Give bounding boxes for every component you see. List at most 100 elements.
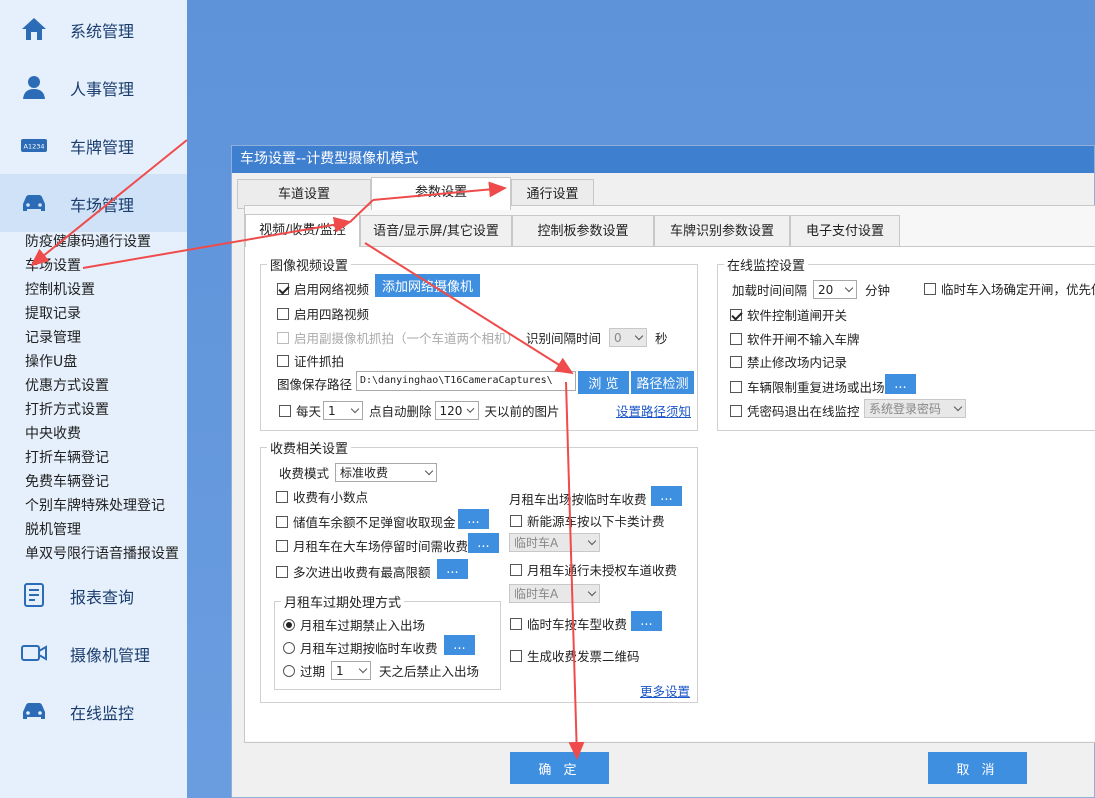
checkbox[interactable]	[276, 515, 288, 528]
nav-plate[interactable]: A1234 车牌管理	[0, 116, 187, 174]
hour-select[interactable]: 1	[323, 401, 364, 420]
subtab-video[interactable]: 视频/收费/监控	[245, 214, 360, 247]
new-energy-type-select[interactable]: 临时车A	[509, 533, 600, 552]
subtab-recognition[interactable]: 车牌识别参数设置	[654, 215, 790, 247]
expire-option-temp[interactable]: 月租车过期按临时车收费	[283, 638, 438, 657]
subtab-control[interactable]: 控制板参数设置	[512, 215, 654, 247]
checkbox[interactable]	[924, 282, 936, 295]
path-notice-link[interactable]: 设置路径须知	[616, 401, 691, 420]
value: 1	[336, 663, 344, 678]
submenu-item[interactable]: 防疫健康码通行设置	[25, 230, 151, 254]
submenu-item[interactable]: 优惠方式设置	[25, 374, 109, 398]
invoice-qr[interactable]: 生成收费发票二维码	[510, 646, 640, 665]
password-select[interactable]: 系统登录密码	[864, 399, 966, 418]
submenu-item[interactable]: 提取记录	[25, 302, 81, 326]
limit-repeat-more-button[interactable]: ...	[885, 374, 916, 394]
radio[interactable]	[283, 641, 295, 654]
monthly-stay-more-button[interactable]: ...	[468, 533, 499, 553]
limit-repeat-entry[interactable]: 车辆限制重复进场或出场	[730, 377, 885, 396]
submenu-item[interactable]: 打折方式设置	[25, 398, 109, 422]
label: 月租车在大车场停留时间需收费	[293, 539, 469, 554]
unauth-type-select[interactable]: 临时车A	[509, 584, 600, 603]
checkbox[interactable]	[276, 490, 288, 503]
no-plate-input[interactable]: 软件开闸不输入车牌	[730, 329, 860, 348]
checkbox[interactable]	[730, 380, 742, 393]
chevron-down-icon	[634, 331, 644, 341]
ok-button[interactable]: 确 定	[510, 752, 609, 784]
nav-report[interactable]: 报表查询	[0, 566, 187, 624]
checkbox[interactable]	[730, 308, 742, 321]
temp-confirm-open[interactable]: 临时车入场确定开闸，优先保	[924, 279, 1095, 298]
radio[interactable]	[283, 618, 295, 631]
submenu-item[interactable]: 免费车辆登记	[25, 470, 109, 494]
stored-popup-more-button[interactable]: ...	[458, 509, 489, 529]
submenu-item[interactable]: 车场设置	[25, 254, 81, 278]
submenu-item[interactable]: 控制机设置	[25, 278, 95, 302]
browse-button[interactable]: 浏 览	[578, 371, 629, 394]
multi-max-charge[interactable]: 多次进出收费有最高限额	[276, 562, 431, 581]
checkbox[interactable]	[277, 307, 289, 320]
soft-gate-control[interactable]: 软件控制道闸开关	[730, 305, 847, 324]
cancel-button[interactable]: 取 消	[928, 752, 1027, 784]
interval-select[interactable]: 0	[609, 328, 648, 347]
monthly-out-temp-more-button[interactable]: ...	[651, 486, 682, 506]
add-camera-button[interactable]: 添加网络摄像机	[375, 274, 480, 297]
enable-sub-camera[interactable]: 启用副摄像机抓拍（一个车道两个相机）	[277, 328, 519, 347]
submenu-item[interactable]: 个别车牌特殊处理登记	[25, 494, 165, 518]
expire-days-select[interactable]: 1	[331, 661, 372, 680]
checkbox[interactable]	[510, 649, 522, 662]
monthly-stay-charge[interactable]: 月租车在大车场停留时间需收费	[276, 536, 468, 555]
nav-camera[interactable]: 摄像机管理	[0, 624, 187, 682]
check-path-button[interactable]: 路径检测	[631, 371, 694, 394]
nav-parking[interactable]: 车场管理	[0, 174, 187, 232]
submenu-item[interactable]: 中央收费	[25, 422, 81, 446]
expire-option-forbid[interactable]: 月租车过期禁止入出场	[283, 615, 425, 634]
load-interval-select[interactable]: 20	[813, 280, 858, 299]
monthly-unauth-charge[interactable]: 月租车通行未授权车道收费	[510, 560, 677, 579]
temp-by-type-more-button[interactable]: ...	[631, 611, 662, 631]
more-settings-link[interactable]: 更多设置	[640, 681, 690, 700]
path-input[interactable]: D:\danyinghao\T16CameraCaptures\	[356, 371, 576, 391]
car-icon	[23, 195, 45, 211]
submenu-item[interactable]: 脱机管理	[25, 518, 81, 542]
checkbox[interactable]	[279, 404, 291, 417]
cert-capture[interactable]: 证件抓拍	[277, 351, 344, 370]
submenu-item[interactable]: 打折车辆登记	[25, 446, 109, 470]
expire-temp-more-button[interactable]: ...	[444, 635, 475, 655]
no-edit-records[interactable]: 禁止修改场内记录	[730, 352, 847, 371]
charge-mode-select[interactable]: 标准收费	[335, 463, 438, 482]
checkbox[interactable]	[276, 565, 288, 578]
enable-net-video[interactable]: 启用网络视频	[277, 279, 369, 298]
multi-max-more-button[interactable]: ...	[437, 559, 468, 579]
nav-system[interactable]: 系统管理	[0, 0, 187, 58]
tab-params[interactable]: 参数设置	[371, 177, 511, 210]
stored-popup[interactable]: 储值车余额不足弹窗收取现金	[276, 512, 456, 531]
submenu-item[interactable]: 单双号限行语音播报设置	[25, 542, 179, 566]
camera-icon	[21, 645, 47, 661]
submenu-item[interactable]: 记录管理	[25, 326, 81, 350]
label: 天以前的图片	[484, 404, 560, 419]
subtab-payment[interactable]: 电子支付设置	[790, 215, 900, 247]
checkbox[interactable]	[277, 282, 289, 295]
checkbox[interactable]	[730, 404, 742, 417]
checkbox[interactable]	[277, 354, 289, 367]
checkbox[interactable]	[510, 563, 522, 576]
checkbox[interactable]	[510, 514, 522, 527]
expire-option-days[interactable]: 过期 1 天之后禁止入出场	[283, 661, 479, 680]
enable-four-video[interactable]: 启用四路视频	[277, 304, 369, 323]
checkbox[interactable]	[730, 332, 742, 345]
password-exit[interactable]: 凭密码退出在线监控	[730, 401, 860, 420]
temp-by-type[interactable]: 临时车按车型收费	[510, 614, 627, 633]
nav-monitor[interactable]: 在线监控	[0, 682, 187, 740]
nav-personnel[interactable]: 人事管理	[0, 58, 187, 116]
subtab-voice[interactable]: 语音/显示屏/其它设置	[360, 215, 512, 247]
decimal-charge[interactable]: 收费有小数点	[276, 487, 368, 506]
checkbox[interactable]	[276, 539, 288, 552]
new-energy-charge[interactable]: 新能源车按以下卡类计费	[510, 511, 665, 530]
days-select[interactable]: 120	[434, 401, 479, 420]
submenu-item[interactable]: 操作U盘	[25, 350, 77, 374]
checkbox[interactable]	[510, 617, 522, 630]
checkbox[interactable]	[730, 355, 742, 368]
checkbox[interactable]	[277, 331, 289, 344]
radio[interactable]	[283, 664, 295, 677]
